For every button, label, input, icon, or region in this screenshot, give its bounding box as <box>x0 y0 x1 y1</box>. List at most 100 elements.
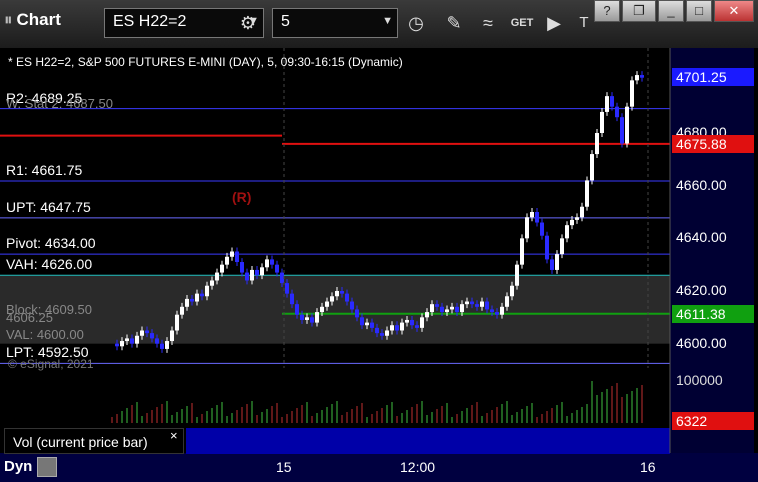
candle-body <box>235 251 239 263</box>
candle-body <box>475 304 479 307</box>
candle-body <box>315 312 319 323</box>
candle-body <box>380 333 384 336</box>
candle-body <box>465 301 469 305</box>
window-title: ⏸ Chart <box>4 10 61 30</box>
candle-body <box>365 322 369 326</box>
candle-body <box>280 272 284 284</box>
chart-subtitle: * ES H22=2, S&P 500 FUTURES E-MINI (DAY)… <box>8 55 403 69</box>
price-tick-label: 4640.00 <box>676 229 727 246</box>
time-label-15: 15 <box>276 459 292 475</box>
candle-body <box>595 133 599 155</box>
candle-body <box>275 264 279 273</box>
candle-body <box>530 212 534 218</box>
interval-input[interactable]: 5 ▼ <box>272 8 398 38</box>
candle-body <box>450 306 454 310</box>
candle-body <box>115 343 119 347</box>
close-icon[interactable]: × <box>170 428 178 443</box>
candle-body <box>350 301 354 310</box>
candle-body <box>225 256 229 265</box>
price-tick-label: 4660.00 <box>676 176 727 193</box>
overlap-level-label: 4606.25 <box>6 310 53 326</box>
candle-body <box>400 322 404 331</box>
lock-icon[interactable] <box>36 457 57 477</box>
candle-body <box>550 259 554 270</box>
candle-body <box>300 314 304 320</box>
interval-value: 5 <box>281 13 290 30</box>
candle-body <box>575 217 579 220</box>
candle-body <box>445 309 449 313</box>
candle-body <box>435 304 439 307</box>
candle-body <box>170 330 174 342</box>
price-chart[interactable] <box>0 48 758 482</box>
clock-icon[interactable]: ◷ <box>402 8 430 38</box>
candle-body <box>520 238 524 265</box>
pencil-icon[interactable]: ✎ <box>440 8 468 38</box>
candle-body <box>470 301 474 305</box>
candle-body <box>325 301 329 307</box>
r-marker: (R) <box>232 189 252 205</box>
help-button[interactable]: ? <box>594 0 620 22</box>
candle-body <box>150 333 154 339</box>
overlap-level-label: W. Stat 2: 4687.50 <box>6 96 113 112</box>
candle-body <box>480 301 484 307</box>
candle-body <box>495 312 499 315</box>
candle-body <box>455 306 459 313</box>
chart-style-icon[interactable]: ≈ <box>474 8 502 38</box>
candle-body <box>630 80 634 107</box>
candle-body <box>345 293 349 302</box>
volume-tag: 6322 <box>672 412 754 430</box>
candle-body <box>635 75 639 81</box>
pause-icon[interactable]: ⏸ <box>4 10 13 29</box>
candle-body <box>485 301 489 310</box>
price-tag: 4611.38 <box>672 304 754 323</box>
candle-body <box>310 317 314 323</box>
maximize-button[interactable]: □ <box>686 0 712 22</box>
value-area-rect <box>0 275 670 344</box>
toolbar: ⏸ Chart ES H22=2 ▼ ⚙ 5 ▼ ◷ ✎ ≈ GET ▶ T ? ❐ … <box>0 0 758 49</box>
candle-body <box>270 259 274 265</box>
chevron-down-icon[interactable]: ▼ <box>382 15 393 27</box>
candle-body <box>135 335 139 344</box>
candle-body <box>175 314 179 331</box>
overlap-level-label: VAL: 4600.00 <box>6 326 84 342</box>
candle-body <box>220 264 224 273</box>
candle-body <box>555 254 559 270</box>
candle-body <box>185 298 189 307</box>
candle-body <box>285 283 289 294</box>
volume-study-label[interactable]: Vol (current price bar) <box>4 428 184 454</box>
candle-body <box>145 330 149 334</box>
candle-body <box>440 306 444 313</box>
candle-body <box>385 330 389 336</box>
play-icon[interactable]: ▶ <box>540 8 568 38</box>
window-title-text: Chart <box>16 10 61 29</box>
candle-body <box>590 154 594 181</box>
time-label-16: 16 <box>640 459 656 475</box>
candle-body <box>205 285 209 297</box>
candle-body <box>415 325 419 328</box>
candle-body <box>460 304 464 313</box>
candle-body <box>420 317 424 328</box>
dynamic-mode-toggle[interactable]: Dyn <box>4 457 57 477</box>
candle-body <box>190 298 194 302</box>
close-button[interactable]: ✕ <box>714 0 754 22</box>
candle-body <box>605 96 609 112</box>
candle-body <box>330 296 334 302</box>
candle-body <box>230 251 234 257</box>
candle-body <box>340 291 344 294</box>
candle-body <box>505 296 509 307</box>
get-icon[interactable]: GET <box>508 8 536 38</box>
candle-body <box>425 312 429 318</box>
candle-body <box>125 338 129 342</box>
restore-button[interactable]: ❐ <box>622 0 656 22</box>
candle-body <box>580 206 584 218</box>
candle-body <box>620 117 624 144</box>
level-label: VAH: 4626.00 <box>6 256 93 273</box>
candle-body <box>305 317 309 320</box>
minimize-button[interactable]: _ <box>658 0 684 22</box>
candle-body <box>405 319 409 323</box>
level-label: Pivot: 4634.00 <box>6 235 96 252</box>
candle-body <box>535 212 539 223</box>
candle-body <box>500 306 504 315</box>
gear-icon[interactable]: ⚙ <box>234 8 262 38</box>
candle-body <box>565 225 569 239</box>
